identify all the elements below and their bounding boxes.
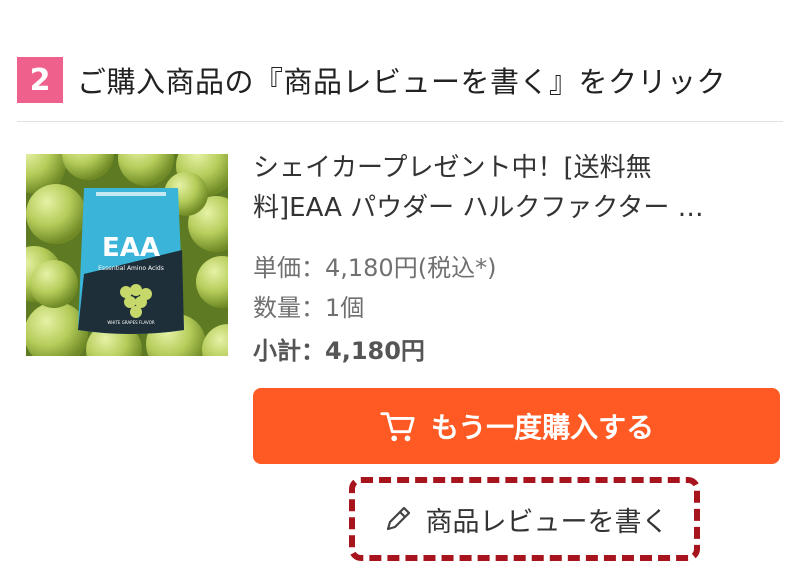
product-package: EAA Essential Amino Acids WHITE GRAPES F…	[78, 188, 184, 334]
step-number-badge: 2	[17, 57, 63, 103]
write-review-button[interactable]: 商品レビューを書く	[370, 490, 680, 548]
write-review-label: 商品レビューを書く	[425, 506, 669, 538]
pencil-icon	[386, 506, 410, 531]
step-instruction: ご購入商品の『商品レビューを書く』をクリック	[77, 65, 727, 99]
svg-text:Essential Amino Acids: Essential Amino Acids	[98, 265, 164, 272]
cart-icon	[380, 412, 415, 442]
unit-price: 単価：4,180円(税込*)	[253, 254, 497, 282]
divider	[17, 121, 783, 122]
svg-text:WHITE GRAPES FLAVOR: WHITE GRAPES FLAVOR	[107, 320, 155, 325]
step-header: 2 ご購入商品の『商品レビューを書く』をクリック	[17, 57, 726, 103]
quantity: 数量：1個	[253, 294, 365, 322]
product-name-link[interactable]: シェイカープレゼント中！[送料無料]EAA パウダー ハルクファクター ホワイト…	[253, 148, 723, 228]
product-image[interactable]: EAA Essential Amino Acids WHITE GRAPES F…	[26, 154, 228, 356]
svg-text:EAA: EAA	[102, 233, 160, 263]
rebuy-label: もう一度購入する	[430, 411, 655, 444]
subtotal: 小計：4,180円	[253, 337, 425, 365]
rebuy-button[interactable]: もう一度購入する	[253, 388, 780, 464]
